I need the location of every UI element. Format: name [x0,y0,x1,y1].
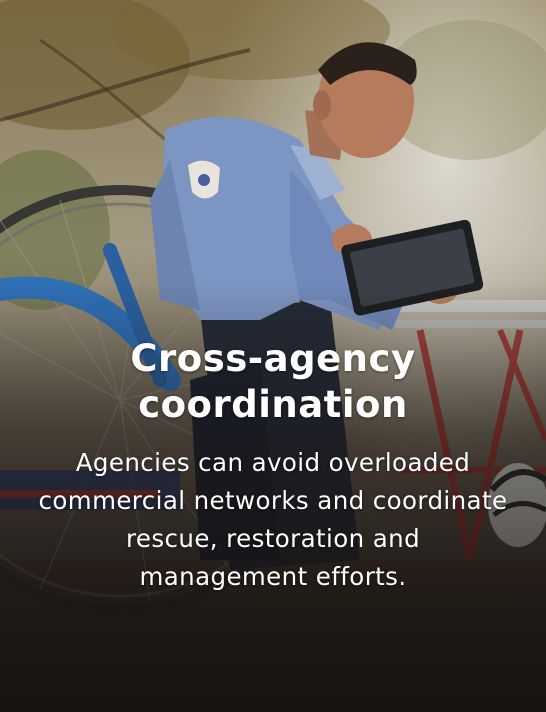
card-body: Agencies can avoid overloaded commercial… [38,448,508,591]
feature-card: Cross-agency coordination Agencies can a… [0,0,546,712]
card-text: Cross-agency coordination Agencies can a… [20,336,526,596]
card-heading: Cross-agency coordination [130,337,416,426]
